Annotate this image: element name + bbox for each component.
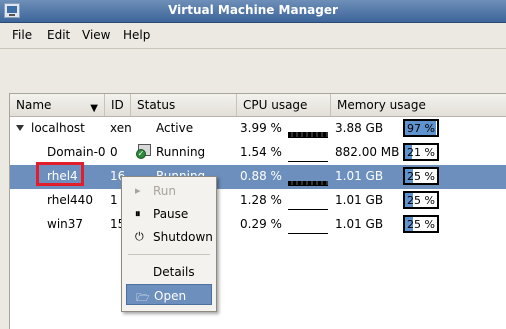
menu-item-label: Run [153,184,177,198]
menu-item-label: Shutdown [153,230,213,244]
table-row[interactable]: rhel440 1 1.28 % 1.01 GB 25 % [10,189,506,213]
menu-view[interactable]: View [82,28,110,42]
row-name: rhel440 [47,193,93,207]
menu-item-label: Details [153,265,195,279]
row-id: 0 [110,145,118,159]
menubar: File Edit View Help [0,23,506,49]
row-cpu: 1.28 % [240,193,282,207]
menu-separator [128,254,210,255]
folder-open-icon: 🗁 [136,291,150,304]
row-cpu: 0.88 % [240,169,282,183]
menu-item-label: Open [154,289,187,303]
menu-help[interactable]: Help [123,28,150,42]
window-title: Virtual Machine Manager [168,3,338,17]
column-header-name[interactable]: Name ▼ [10,94,105,116]
row-memory: 3.88 GB [335,121,384,135]
menu-item-details[interactable]: Details [126,261,212,282]
row-cpu: 3.99 % [240,121,282,135]
table-header: Name ▼ ID Status CPU usage Memory usage [10,94,506,117]
window-titlebar: Virtual Machine Manager [0,0,506,23]
vm-table: Name ▼ ID Status CPU usage Memory usage l… [9,93,506,329]
cpu-sparkline [288,225,328,234]
cpu-sparkline [288,129,328,138]
column-header-status[interactable]: Status [131,94,237,116]
expander-arrow-icon[interactable] [16,125,24,131]
menu-item-run[interactable]: ▸ Run [126,180,212,201]
row-id: 1 [110,193,118,207]
menu-edit[interactable]: Edit [47,28,70,42]
menu-item-open[interactable]: 🗁 Open [126,284,212,305]
pause-icon: ⏸ [135,207,141,220]
context-menu: ▸ Run ⏸ Pause ⏻ Shutdown Details 🗁 Open [121,176,217,312]
column-header-id[interactable]: ID [105,94,131,116]
cpu-sparkline [288,153,328,162]
memory-bar: 25 % [403,167,439,185]
running-status-icon: ✓ [136,143,154,161]
row-name: win37 [47,217,84,231]
row-memory: 1.01 GB [335,169,384,183]
cpu-sparkline [288,177,328,186]
row-name: Domain-0 [47,145,106,159]
play-icon: ▸ [135,184,141,197]
memory-bar: 97 % [403,119,439,137]
menu-item-pause[interactable]: ⏸ Pause [126,203,212,224]
row-name: localhost [31,121,85,135]
table-row[interactable]: localhost xen Active 3.99 % 3.88 GB 97 % [10,117,506,141]
row-status: Running [156,145,206,159]
table-row[interactable]: win37 15 0.29 % 1.01 GB 25 % [10,213,506,237]
row-cpu: 1.54 % [240,145,282,159]
selection-highlight-box [36,162,84,186]
menu-item-shutdown[interactable]: ⏻ Shutdown [126,226,213,247]
row-memory: 1.01 GB [335,193,384,207]
power-icon: ⏻ [135,230,144,243]
row-status: Active [156,121,194,135]
row-id: xen [110,121,132,135]
memory-bar: 25 % [403,215,439,233]
column-header-memory[interactable]: Memory usage [331,94,506,116]
memory-bar: 25 % [403,191,439,209]
column-header-cpu[interactable]: CPU usage [237,94,331,116]
row-memory: 882.00 MB [335,145,400,159]
memory-bar: 21 % [403,143,439,161]
menu-file[interactable]: File [12,28,32,42]
table-row-selected[interactable]: rhel4 16 Running 0.88 % 1.01 GB 25 % [10,165,506,189]
row-cpu: 0.29 % [240,217,282,231]
table-row[interactable]: Domain-0 0 ✓ Running 1.54 % 882.00 MB 21… [10,141,506,165]
menu-item-label: Pause [153,207,189,221]
cpu-sparkline [288,201,328,210]
row-memory: 1.01 GB [335,217,384,231]
